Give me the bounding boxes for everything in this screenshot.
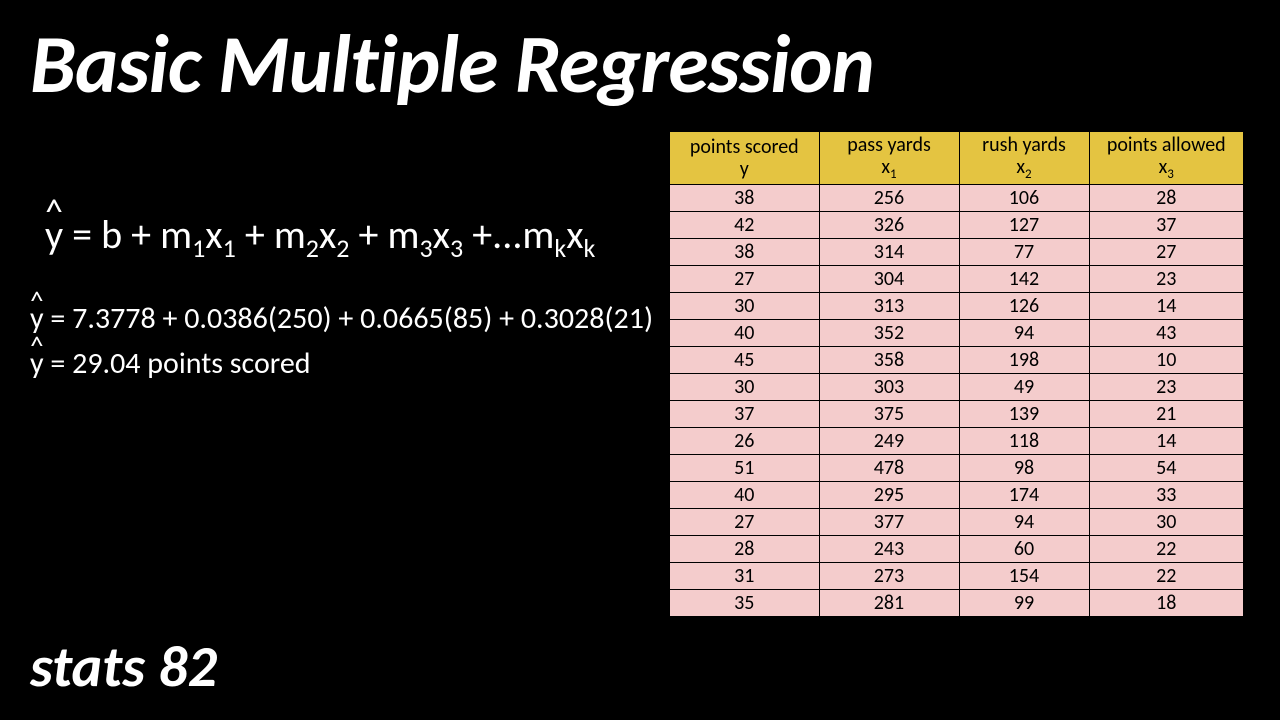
table-cell: 154 xyxy=(959,563,1089,590)
yhat-symbol: y xyxy=(30,345,44,382)
table-cell: 313 xyxy=(819,293,959,320)
table-cell: 377 xyxy=(819,509,959,536)
table-cell: 43 xyxy=(1089,320,1244,347)
table-cell: 358 xyxy=(819,347,959,374)
table-row: 2624911814 xyxy=(669,428,1244,455)
table-cell: 22 xyxy=(1089,536,1244,563)
table-row: 4232612737 xyxy=(669,212,1244,239)
table-cell: 273 xyxy=(819,563,959,590)
table-cell: 314 xyxy=(819,239,959,266)
table-cell: 27 xyxy=(1089,239,1244,266)
table-cell: 94 xyxy=(959,509,1089,536)
table-cell: 139 xyxy=(959,401,1089,428)
table-cell: 42 xyxy=(669,212,819,239)
table-cell: 174 xyxy=(959,482,1089,509)
table-cell: 40 xyxy=(669,482,819,509)
table-cell: 375 xyxy=(819,401,959,428)
table-cell: 51 xyxy=(669,455,819,482)
table-cell: 77 xyxy=(959,239,1089,266)
table-cell: 23 xyxy=(1089,374,1244,401)
slide-title: Basic Multiple Regression xyxy=(30,15,874,115)
table-cell: 23 xyxy=(1089,266,1244,293)
table-cell: 256 xyxy=(819,185,959,212)
table-cell: 352 xyxy=(819,320,959,347)
table-cell: 142 xyxy=(959,266,1089,293)
table-cell: 38 xyxy=(669,239,819,266)
table-cell: 31 xyxy=(669,563,819,590)
eq-filled-text: = 7.3778 + 0.0386(250) + 0.0665(85) + 0.… xyxy=(50,300,653,337)
table-cell: 106 xyxy=(959,185,1089,212)
footer-label: stats 82 xyxy=(30,631,217,702)
table-cell: 18 xyxy=(1089,590,1244,618)
table-cell: 54 xyxy=(1089,455,1244,482)
table-cell: 40 xyxy=(669,320,819,347)
table-cell: 38 xyxy=(669,185,819,212)
table-row: 352819918 xyxy=(669,590,1244,618)
table-row: 3737513921 xyxy=(669,401,1244,428)
table-cell: 45 xyxy=(669,347,819,374)
table-cell: 37 xyxy=(1089,212,1244,239)
eq-text: = b + m1x1 + m2x2 + m3x3 +...mkxk xyxy=(72,210,595,259)
table-header-row: points scored y pass yards x1 rush yards… xyxy=(669,131,1244,185)
table-cell: 49 xyxy=(959,374,1089,401)
table-cell: 127 xyxy=(959,212,1089,239)
table-cell: 21 xyxy=(1089,401,1244,428)
table-cell: 60 xyxy=(959,536,1089,563)
equation-general: y = b + m1x1 + m2x2 + m3x3 +...mkxk xyxy=(45,210,595,264)
equation-result: y = 29.04 points scored xyxy=(30,345,311,382)
table-row: 303034923 xyxy=(669,374,1244,401)
table-cell: 326 xyxy=(819,212,959,239)
table-cell: 28 xyxy=(1089,185,1244,212)
table-cell: 37 xyxy=(669,401,819,428)
table-cell: 26 xyxy=(669,428,819,455)
table-body: 3825610628423261273738314772727304142233… xyxy=(669,185,1244,618)
table-row: 403529443 xyxy=(669,320,1244,347)
table-cell: 118 xyxy=(959,428,1089,455)
table-cell: 22 xyxy=(1089,563,1244,590)
table-cell: 35 xyxy=(669,590,819,618)
table-cell: 94 xyxy=(959,320,1089,347)
table-cell: 14 xyxy=(1089,428,1244,455)
table-cell: 303 xyxy=(819,374,959,401)
table-row: 4535819810 xyxy=(669,347,1244,374)
table-cell: 30 xyxy=(669,293,819,320)
table-row: 514789854 xyxy=(669,455,1244,482)
table-row: 3825610628 xyxy=(669,185,1244,212)
table-cell: 14 xyxy=(1089,293,1244,320)
col-header-x3: points allowed x3 xyxy=(1089,131,1244,185)
table-row: 273779430 xyxy=(669,509,1244,536)
col-header-y: points scored y xyxy=(669,131,819,185)
table-cell: 10 xyxy=(1089,347,1244,374)
table-cell: 30 xyxy=(1089,509,1244,536)
table-row: 4029517433 xyxy=(669,482,1244,509)
table-cell: 33 xyxy=(1089,482,1244,509)
table-cell: 30 xyxy=(669,374,819,401)
col-header-x1: pass yards x1 xyxy=(819,131,959,185)
col-header-x2: rush yards x2 xyxy=(959,131,1089,185)
table-cell: 304 xyxy=(819,266,959,293)
equation-substituted: y = 7.3778 + 0.0386(250) + 0.0665(85) + … xyxy=(30,300,653,337)
table-cell: 478 xyxy=(819,455,959,482)
table-cell: 281 xyxy=(819,590,959,618)
table-cell: 27 xyxy=(669,266,819,293)
table-cell: 249 xyxy=(819,428,959,455)
table-cell: 198 xyxy=(959,347,1089,374)
table-cell: 28 xyxy=(669,536,819,563)
eq-result-text: = 29.04 points scored xyxy=(50,345,310,382)
table-cell: 295 xyxy=(819,482,959,509)
table-cell: 99 xyxy=(959,590,1089,618)
table-row: 282436022 xyxy=(669,536,1244,563)
table-cell: 126 xyxy=(959,293,1089,320)
table-row: 2730414223 xyxy=(669,266,1244,293)
table-cell: 27 xyxy=(669,509,819,536)
table-row: 3127315422 xyxy=(669,563,1244,590)
table-cell: 98 xyxy=(959,455,1089,482)
table-row: 3031312614 xyxy=(669,293,1244,320)
data-table: points scored y pass yards x1 rush yards… xyxy=(668,130,1245,618)
table-row: 383147727 xyxy=(669,239,1244,266)
yhat-symbol: y xyxy=(45,210,63,259)
table-cell: 243 xyxy=(819,536,959,563)
